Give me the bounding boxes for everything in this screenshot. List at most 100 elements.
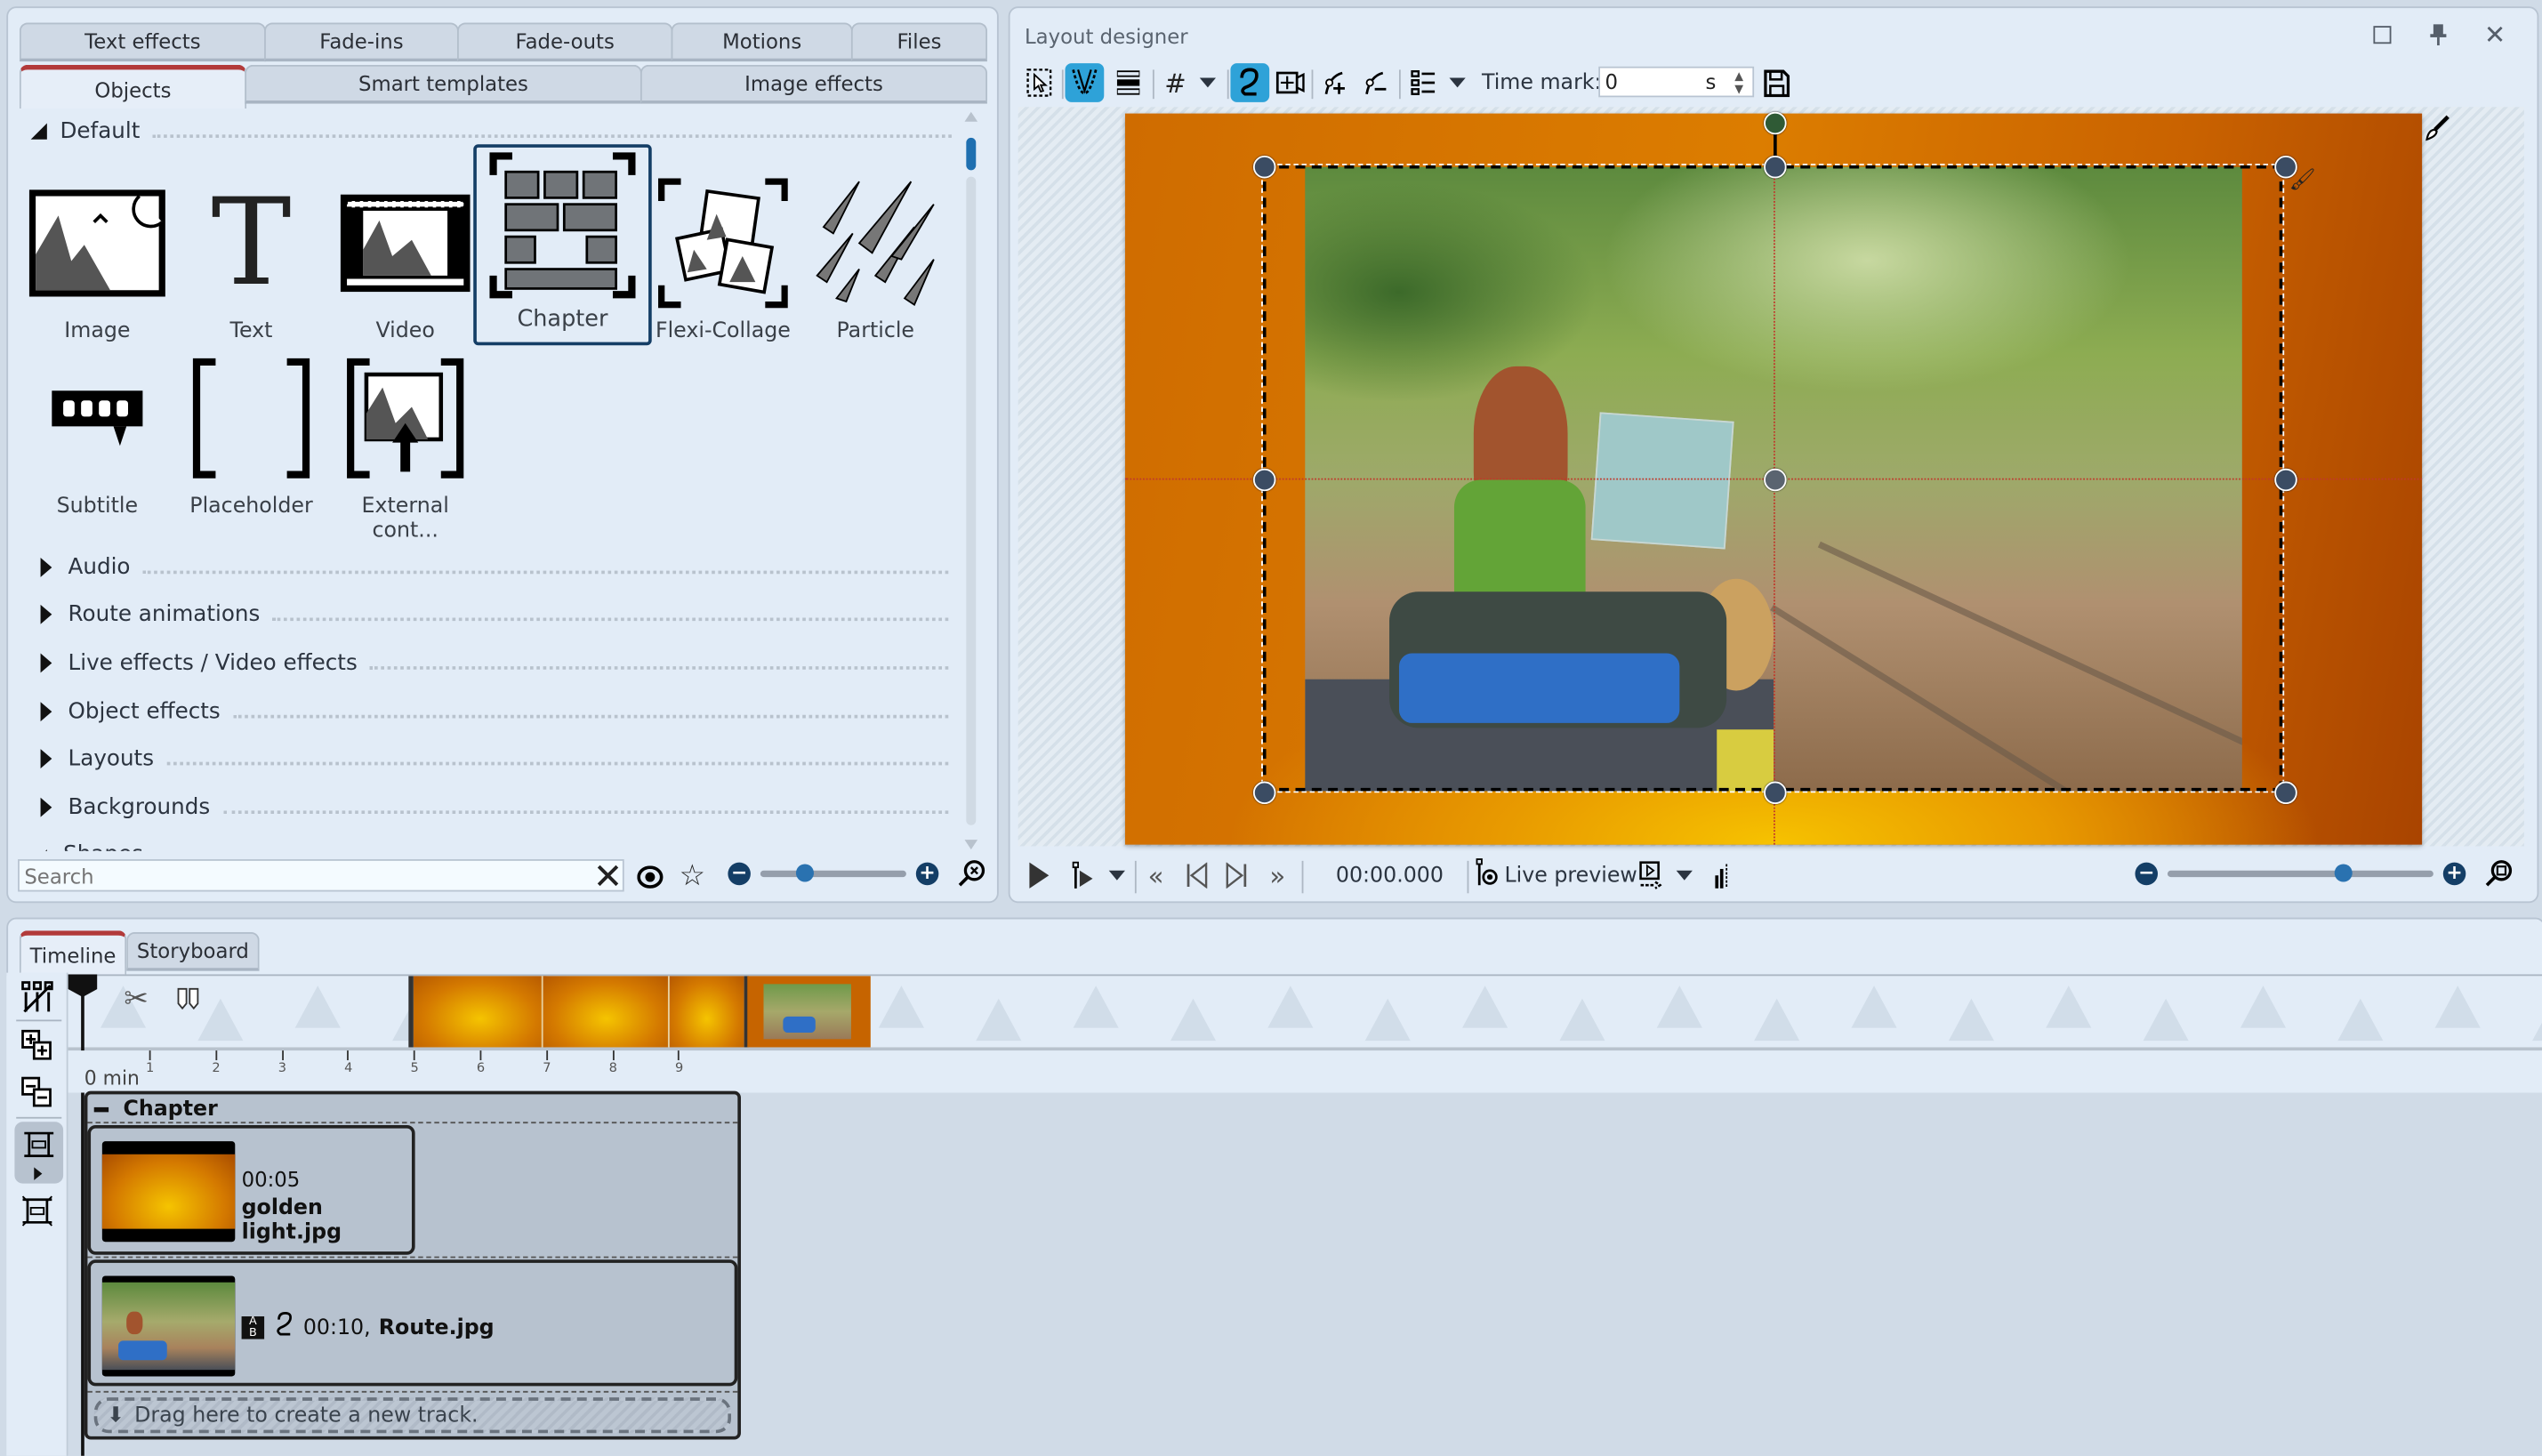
- zoom-in-icon[interactable]: +: [915, 862, 939, 886]
- slider-thumb[interactable]: [795, 864, 814, 882]
- thumb-golden-light[interactable]: [408, 976, 547, 1048]
- track-clip[interactable]: 00:05 golden light.jpg: [87, 1124, 415, 1255]
- time-ruler[interactable]: 1 2 3 4 5 6 7 8 9 0 min: [68, 1050, 2542, 1093]
- category-object-effects[interactable]: Object effects: [40, 696, 949, 728]
- object-image[interactable]: Image: [21, 170, 173, 343]
- preview-zoom-in-icon[interactable]: +: [2442, 862, 2466, 886]
- tab-files[interactable]: Files: [850, 22, 988, 62]
- object-particle[interactable]: Particle: [800, 170, 952, 343]
- align-icon[interactable]: [1109, 63, 1148, 102]
- split-tracks-icon[interactable]: [18, 977, 57, 1017]
- play-dropdown-icon[interactable]: [1098, 856, 1137, 895]
- tab-image-effects[interactable]: Image effects: [640, 64, 988, 104]
- thumb-golden-light[interactable]: [667, 976, 750, 1048]
- object-chapter[interactable]: Chapter: [473, 144, 652, 346]
- expand-all-icon[interactable]: [18, 1026, 57, 1066]
- rotate-handle[interactable]: [1764, 111, 1787, 135]
- marker-icon[interactable]: [169, 979, 208, 1018]
- add-point-icon[interactable]: [1316, 63, 1355, 102]
- track-height-tool[interactable]: [14, 1122, 64, 1184]
- category-layouts[interactable]: Layouts: [40, 743, 949, 775]
- list-icon[interactable]: [1404, 63, 1443, 102]
- chapter-container[interactable]: Chapter 00:05 golden light.jpg A B 00:10…: [84, 1090, 741, 1440]
- route-icon[interactable]: [1230, 63, 1270, 102]
- close-icon[interactable]: ✕: [2475, 14, 2514, 53]
- tab-fade-ins[interactable]: Fade-ins: [264, 22, 459, 62]
- resize-handle-sw[interactable]: [1252, 781, 1276, 805]
- track-clip[interactable]: AB 00:10, Route.jpg: [87, 1259, 738, 1387]
- collapse-minus-icon[interactable]: [93, 1106, 109, 1113]
- category-backgrounds[interactable]: Backgrounds: [40, 791, 949, 823]
- zoom-out-icon[interactable]: −: [728, 862, 751, 886]
- thumb-golden-light[interactable]: [541, 976, 670, 1048]
- resize-handle-w[interactable]: [1252, 468, 1276, 492]
- clear-search-icon[interactable]: ✕: [589, 857, 628, 897]
- resize-handle-nw[interactable]: [1252, 155, 1276, 179]
- anchor-handle[interactable]: [1764, 468, 1787, 492]
- select-tool-icon[interactable]: [1019, 63, 1058, 102]
- fast-forward-icon[interactable]: »: [1258, 856, 1297, 895]
- fit-to-window-icon[interactable]: [2479, 855, 2518, 894]
- camera-pan-icon[interactable]: [1271, 63, 1310, 102]
- preview-zoom-slider[interactable]: [2167, 864, 2433, 882]
- tab-storyboard[interactable]: Storyboard: [126, 932, 260, 971]
- resize-handle-s[interactable]: [1764, 781, 1787, 805]
- live-preview-button[interactable]: Live preview: [1476, 857, 1637, 893]
- thumb-route[interactable]: [747, 976, 871, 1048]
- paintbrush-icon[interactable]: [2417, 109, 2457, 148]
- category-shapes[interactable]: Shapes: [36, 838, 945, 851]
- search-input[interactable]: [18, 859, 624, 892]
- play-from-marker-icon[interactable]: [1064, 856, 1103, 895]
- tab-smart-templates[interactable]: Smart templates: [245, 64, 642, 104]
- rewind-icon[interactable]: «: [1137, 856, 1176, 895]
- scissors-icon[interactable]: ✂: [117, 979, 156, 1018]
- scroll-down-icon[interactable]: [964, 840, 978, 850]
- expand-tracks-icon[interactable]: [18, 1192, 57, 1231]
- grid-dropdown-icon[interactable]: [1188, 63, 1227, 102]
- object-text[interactable]: T Text: [175, 170, 327, 343]
- zoom-reset-icon[interactable]: [952, 855, 991, 894]
- tab-fade-outs[interactable]: Fade-outs: [457, 22, 673, 62]
- category-audio[interactable]: Audio: [40, 551, 949, 583]
- collapse-all-icon[interactable]: [18, 1074, 57, 1113]
- object-subtitle[interactable]: Subtitle: [21, 345, 173, 519]
- object-video[interactable]: Video: [329, 170, 481, 343]
- scroll-thumb[interactable]: [966, 137, 977, 171]
- eye-icon[interactable]: [631, 857, 670, 897]
- category-live-effects[interactable]: Live effects / Video effects: [40, 647, 949, 679]
- resize-handle-se[interactable]: [2274, 781, 2297, 805]
- route-icon[interactable]: [274, 1312, 297, 1344]
- tab-text-effects[interactable]: Text effects: [19, 22, 266, 62]
- list-dropdown-icon[interactable]: [1438, 63, 1477, 102]
- save-icon[interactable]: [1758, 63, 1797, 102]
- guide-curve-icon[interactable]: [1065, 63, 1105, 102]
- resize-handle-e[interactable]: [2274, 468, 2297, 492]
- tab-objects[interactable]: Objects: [19, 64, 247, 109]
- transition-ab-icon[interactable]: AB: [241, 1315, 265, 1339]
- icon-size-slider[interactable]: [760, 864, 906, 882]
- object-flexi-collage[interactable]: Flexi-Collage: [647, 170, 799, 343]
- overview-strip[interactable]: [68, 974, 2542, 1052]
- time-mark-field[interactable]: 0 s ▲ ▼: [1598, 66, 1755, 98]
- time-mark-value[interactable]: 0: [1605, 69, 1617, 93]
- time-mark-spinner[interactable]: ▲ ▼: [1734, 69, 1743, 95]
- preview-canvas[interactable]: 🖌: [1124, 111, 2423, 845]
- object-external-content[interactable]: External cont...: [329, 345, 481, 543]
- maximize-icon[interactable]: [2362, 14, 2401, 53]
- category-route-animations[interactable]: Route animations: [40, 599, 949, 631]
- object-placeholder[interactable]: Placeholder: [175, 345, 327, 519]
- toolbox-scrollbar[interactable]: [964, 111, 978, 850]
- slider-thumb[interactable]: [2335, 864, 2353, 882]
- section-default[interactable]: Default: [30, 115, 952, 147]
- pin-icon[interactable]: [2418, 14, 2458, 53]
- chapter-header[interactable]: Chapter: [93, 1098, 218, 1122]
- remove-point-icon[interactable]: [1357, 63, 1396, 102]
- play-icon[interactable]: [1019, 856, 1058, 895]
- preview-dropdown-icon[interactable]: [1665, 856, 1704, 895]
- resize-handle-n[interactable]: [1764, 155, 1787, 179]
- next-frame-icon[interactable]: [1218, 856, 1257, 895]
- previous-frame-icon[interactable]: [1177, 856, 1216, 895]
- scroll-up-icon[interactable]: [964, 111, 978, 122]
- preview-zoom-out-icon[interactable]: −: [2135, 862, 2159, 886]
- preview-mode-icon[interactable]: [1631, 856, 1670, 895]
